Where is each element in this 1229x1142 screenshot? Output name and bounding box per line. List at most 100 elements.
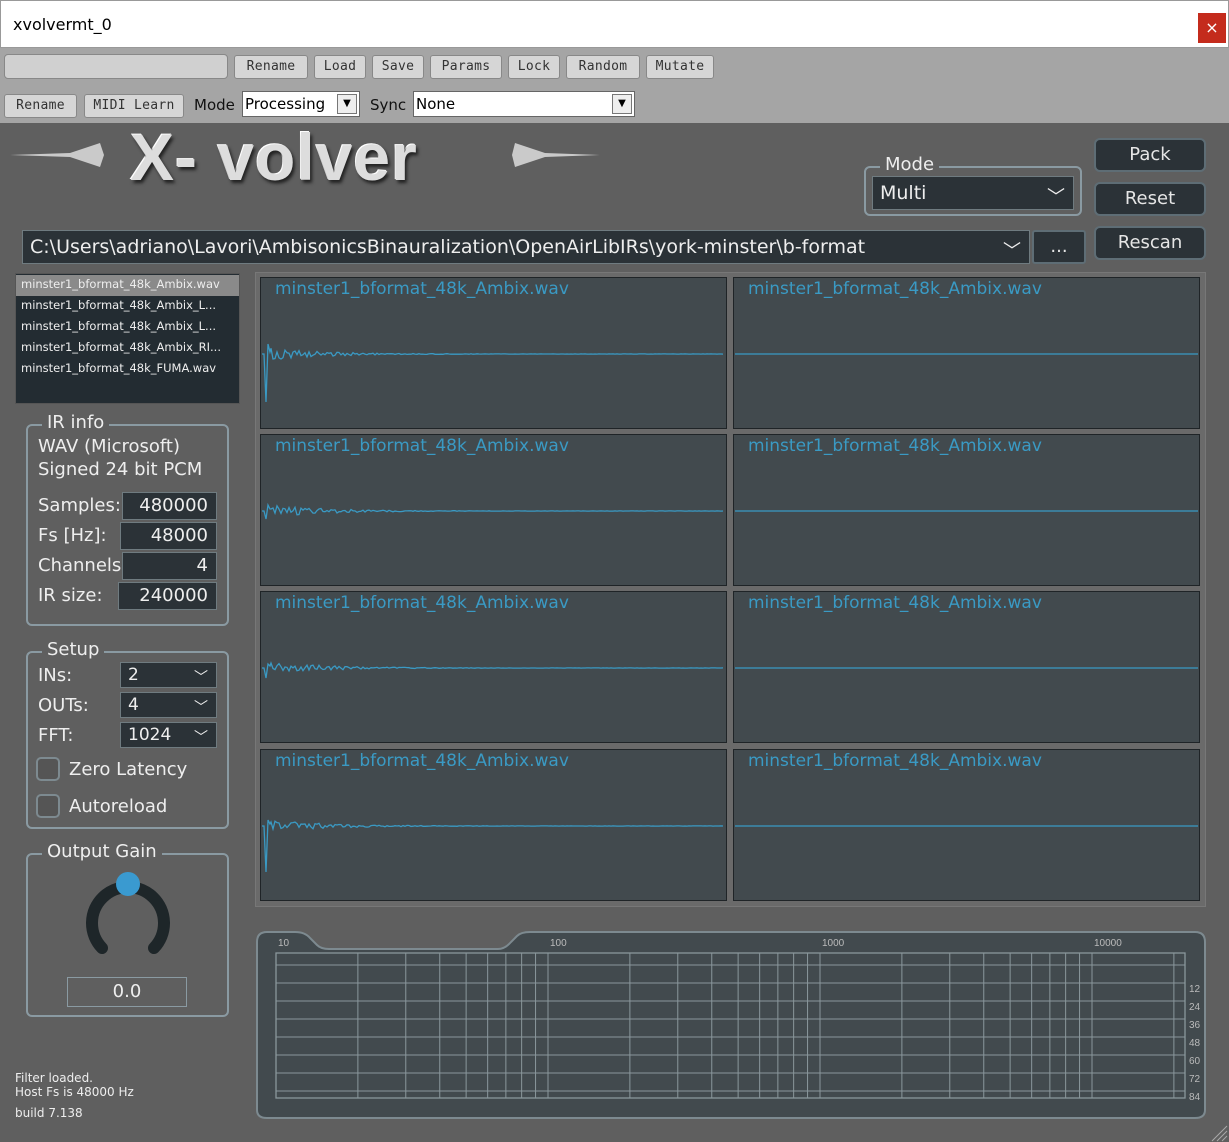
waveform-trace	[261, 435, 728, 587]
waveform-panel: minster1_bformat_48k_Ambix.wav	[733, 277, 1200, 429]
db-tick-label: 48	[1189, 1038, 1201, 1049]
host-toolbar: Rename Load Save Params Lock Random Muta…	[0, 48, 1229, 123]
irsize-label: IR size:	[38, 585, 103, 606]
samples-label: Samples:	[38, 495, 121, 516]
freq-tick-label: 100	[550, 938, 567, 949]
autoreload-checkbox[interactable]	[36, 794, 60, 818]
autoreload-label: Autoreload	[69, 796, 167, 817]
status-line1: Filter loaded.	[15, 1071, 93, 1085]
file-list-item[interactable]: minster1_bformat_48k_FUMA.wav	[16, 359, 239, 380]
status-line2: Host Fs is 48000 Hz	[15, 1085, 134, 1099]
ir-encoding: Signed 24 bit PCM	[38, 459, 202, 480]
waveform-panel: minster1_bformat_48k_Ambix.wav	[733, 749, 1200, 901]
pack-button[interactable]: Pack	[1094, 138, 1206, 172]
waveform-filename: minster1_bformat_48k_Ambix.wav	[748, 436, 1042, 456]
waveform-trace	[734, 278, 1201, 430]
outs-label: OUTs:	[38, 695, 89, 716]
outs-value: 4	[128, 695, 139, 715]
waveform-panel: minster1_bformat_48k_Ambix.wav	[260, 749, 727, 901]
mutate-button[interactable]: Mutate	[646, 55, 714, 79]
knob-thumb	[116, 872, 140, 896]
browse-button[interactable]: ...	[1032, 230, 1086, 264]
irsize-value: 240000	[118, 582, 217, 610]
chevron-down-icon: ﹀	[194, 726, 208, 750]
db-tick-label: 60	[1189, 1056, 1201, 1067]
file-list[interactable]: minster1_bformat_48k_Ambix.wav minster1_b…	[15, 273, 240, 404]
waveform-filename: minster1_bformat_48k_Ambix.wav	[275, 751, 569, 771]
rename-preset-button[interactable]: Rename	[234, 55, 308, 79]
waveform-filename: minster1_bformat_48k_Ambix.wav	[275, 436, 569, 456]
params-button[interactable]: Params	[430, 55, 502, 79]
waveform-filename: minster1_bformat_48k_Ambix.wav	[748, 279, 1042, 299]
dropdown-arrow-icon: ▼	[337, 94, 357, 114]
freq-tick-label: 10000	[1094, 938, 1122, 949]
db-tick-label: 36	[1189, 1020, 1201, 1031]
waveform-trace	[734, 750, 1201, 902]
waveform-panel: minster1_bformat_48k_Ambix.wav	[733, 591, 1200, 743]
mode-combo[interactable]: Multi ﹀	[872, 176, 1074, 210]
freq-tick-label: 10	[278, 938, 290, 949]
samples-value: 480000	[122, 492, 217, 520]
build-version: build 7.138	[15, 1106, 83, 1120]
reset-button[interactable]: Reset	[1094, 182, 1206, 216]
fft-label: FFT:	[38, 725, 73, 746]
frequency-response-display: 10 100 1000 10000 12 24 36 48 60 72 84	[255, 930, 1207, 1120]
logo: X- volver	[0, 125, 620, 195]
spectrum-frame	[257, 932, 1205, 1118]
close-button[interactable]: ×	[1198, 13, 1226, 43]
fs-label: Fs [Hz]:	[38, 525, 107, 546]
rename-button[interactable]: Rename	[4, 94, 77, 118]
chevron-down-icon: ﹀	[1047, 182, 1065, 214]
ir-info-title: IR info	[42, 412, 109, 433]
mode-value: Processing	[245, 95, 325, 113]
ins-combo[interactable]: 2 ﹀	[120, 662, 217, 688]
file-list-item[interactable]: minster1_bformat_48k_Ambix_RI...	[16, 338, 239, 359]
midi-learn-button[interactable]: MIDI Learn	[84, 94, 184, 118]
resize-grip-icon[interactable]	[1208, 1122, 1228, 1142]
file-list-item[interactable]: minster1_bformat_48k_Ambix.wav	[16, 275, 239, 296]
logo-text: X- volver	[130, 119, 418, 195]
mode-group-title: Mode	[880, 154, 939, 175]
freq-tick-label: 1000	[822, 938, 845, 949]
channels-label: Channels:	[38, 555, 127, 576]
outs-combo[interactable]: 4 ﹀	[120, 692, 217, 718]
save-button[interactable]: Save	[372, 55, 424, 79]
waveform-panel: minster1_bformat_48k_Ambix.wav	[260, 591, 727, 743]
zero-latency-label: Zero Latency	[69, 759, 187, 780]
db-tick-label: 84	[1189, 1092, 1201, 1103]
output-gain-value[interactable]: 0.0	[67, 977, 187, 1007]
load-button[interactable]: Load	[314, 55, 366, 79]
db-tick-label: 72	[1189, 1074, 1201, 1085]
random-button[interactable]: Random	[566, 55, 640, 79]
chevron-down-icon: ﹀	[194, 666, 208, 690]
mode-label: Mode	[194, 96, 235, 114]
waveform-trace	[261, 750, 728, 902]
mode-select[interactable]: Processing ▼	[242, 91, 360, 117]
waveform-panel: minster1_bformat_48k_Ambix.wav	[733, 434, 1200, 586]
fft-combo[interactable]: 1024 ﹀	[120, 722, 217, 748]
file-list-item[interactable]: minster1_bformat_48k_Ambix_L...	[16, 296, 239, 317]
chevron-down-icon: ﹀	[194, 696, 208, 720]
waveform-trace	[261, 278, 728, 430]
output-gain-title: Output Gain	[42, 841, 162, 862]
file-list-item[interactable]: minster1_bformat_48k_Ambix_L...	[16, 317, 239, 338]
sync-select[interactable]: None ▼	[413, 91, 635, 117]
waveform-trace	[261, 592, 728, 744]
waveform-filename: minster1_bformat_48k_Ambix.wav	[275, 279, 569, 299]
waveform-filename: minster1_bformat_48k_Ambix.wav	[275, 593, 569, 613]
chevron-down-icon: ﹀	[1003, 236, 1021, 268]
output-gain-knob[interactable]	[80, 868, 176, 964]
preset-name-field[interactable]	[4, 54, 228, 79]
waveform-trace	[734, 592, 1201, 744]
db-tick-label: 12	[1189, 984, 1201, 995]
waveform-panel: minster1_bformat_48k_Ambix.wav	[260, 434, 727, 586]
title-bar: xvolvermt_0 ×	[0, 0, 1229, 48]
window-title: xvolvermt_0	[13, 15, 112, 34]
zero-latency-checkbox[interactable]	[36, 757, 60, 781]
fft-value: 1024	[128, 725, 171, 745]
ir-format: WAV (Microsoft)	[38, 436, 180, 457]
path-value: C:\Users\adriano\Lavori\AmbisonicsBinaur…	[30, 236, 865, 258]
lock-button[interactable]: Lock	[508, 55, 560, 79]
path-combo[interactable]: C:\Users\adriano\Lavori\AmbisonicsBinaur…	[22, 230, 1030, 264]
rescan-button[interactable]: Rescan	[1094, 226, 1206, 260]
